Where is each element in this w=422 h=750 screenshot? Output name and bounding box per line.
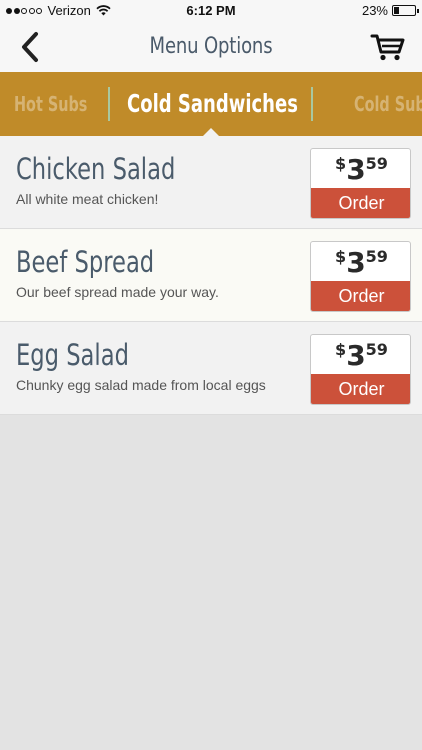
price-card: $359 Order xyxy=(310,334,411,405)
status-right: 23% xyxy=(361,3,419,18)
order-button[interactable]: Order xyxy=(311,188,410,218)
battery-fill xyxy=(394,7,399,14)
item-price: $359 xyxy=(311,153,410,186)
tab-hot-subs[interactable]: Hot Subs xyxy=(14,92,87,116)
item-price: $359 xyxy=(311,339,410,372)
price-cents: 59 xyxy=(365,340,388,359)
page-title: Menu Options xyxy=(149,34,273,59)
price-card: $359 Order xyxy=(310,241,411,312)
menu-item-chicken-salad[interactable]: Chicken Salad All white meat chicken! $3… xyxy=(0,136,422,229)
tab-divider xyxy=(311,87,313,121)
price-dollar: $ xyxy=(335,340,347,359)
price-whole: 3 xyxy=(346,246,366,279)
price-cents: 59 xyxy=(365,154,388,173)
cart-icon xyxy=(370,34,405,61)
order-button[interactable]: Order xyxy=(311,374,410,404)
item-description: All white meat chicken! xyxy=(16,191,159,207)
cart-button[interactable] xyxy=(370,32,406,62)
nav-bar: Menu Options xyxy=(0,22,422,72)
battery-percent: 23% xyxy=(361,3,388,18)
tab-divider xyxy=(108,87,110,121)
price-cents: 59 xyxy=(365,247,388,266)
active-tab-indicator xyxy=(203,128,219,136)
item-price: $359 xyxy=(311,246,410,279)
tab-cold-sandwiches[interactable]: Cold Sandwiches xyxy=(127,89,298,118)
tab-cold-subs[interactable]: Cold Subs xyxy=(354,92,422,116)
order-button[interactable]: Order xyxy=(311,281,410,311)
battery-icon xyxy=(392,5,419,16)
item-name: Egg Salad xyxy=(16,338,129,372)
price-whole: 3 xyxy=(346,153,366,186)
battery-tip xyxy=(417,9,419,13)
menu-item-beef-spread[interactable]: Beef Spread Our beef spread made your wa… xyxy=(0,229,422,322)
item-description: Chunky egg salad made from local eggs xyxy=(16,377,266,393)
price-card: $359 Order xyxy=(310,148,411,219)
price-dollar: $ xyxy=(335,154,347,173)
category-tab-bar: Hot Subs Cold Sandwiches Cold Subs xyxy=(0,72,422,136)
menu-item-egg-salad[interactable]: Egg Salad Chunky egg salad made from loc… xyxy=(0,322,422,415)
item-description: Our beef spread made your way. xyxy=(16,284,219,300)
status-bar: Verizon 6:12 PM 23% xyxy=(0,0,422,22)
item-name: Beef Spread xyxy=(16,245,155,279)
item-name: Chicken Salad xyxy=(16,152,176,186)
price-dollar: $ xyxy=(335,247,347,266)
price-whole: 3 xyxy=(346,339,366,372)
menu-list: Chicken Salad All white meat chicken! $3… xyxy=(0,136,422,415)
status-time: 6:12 PM xyxy=(186,3,236,18)
